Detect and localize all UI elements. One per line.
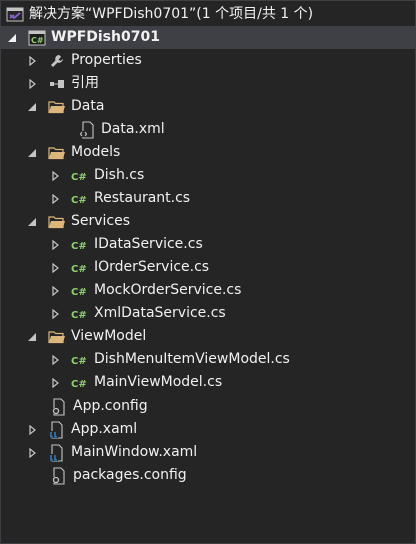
- config-file-icon: [50, 466, 68, 485]
- collapsed-arrow-icon[interactable]: [26, 78, 38, 90]
- csharp-file-icon: C#: [71, 374, 89, 392]
- csharp-file-icon: C#: [71, 282, 89, 300]
- tree-item-dish-cs[interactable]: C# Dish.cs: [1, 164, 415, 187]
- svg-text:C#: C#: [71, 172, 87, 182]
- collapsed-arrow-icon[interactable]: [49, 354, 61, 366]
- tree-item-properties[interactable]: Properties: [1, 49, 415, 72]
- svg-text:C#: C#: [71, 241, 87, 251]
- csharp-file-icon: C#: [71, 259, 89, 277]
- svg-text:C#: C#: [31, 36, 44, 45]
- tree-item-data-xml[interactable]: Data.xml: [1, 118, 415, 141]
- tree-item-services-folder[interactable]: Services: [1, 210, 415, 233]
- properties-label: Properties: [71, 52, 142, 68]
- tree-item-app-xaml[interactable]: App.xaml: [1, 418, 415, 441]
- expanded-arrow-icon[interactable]: [26, 101, 38, 113]
- tree-item-xmldataservice-cs[interactable]: C# XmlDataService.cs: [1, 302, 415, 325]
- csharp-project-icon: C#: [28, 29, 46, 47]
- config-file-icon: [50, 397, 68, 416]
- collapsed-arrow-icon[interactable]: [49, 262, 61, 274]
- collapsed-arrow-icon[interactable]: [26, 55, 38, 67]
- svg-text:C#: C#: [71, 356, 87, 366]
- svg-text:C#: C#: [71, 264, 87, 274]
- app-xaml-label: App.xaml: [71, 421, 138, 437]
- tree-item-restaurant-cs[interactable]: C# Restaurant.cs: [1, 187, 415, 210]
- tree-item-data-folder[interactable]: Data: [1, 95, 415, 118]
- references-label: 引用: [71, 75, 99, 91]
- tree-item-dishmenuitemviewmodel-cs[interactable]: C# DishMenuItemViewModel.cs: [1, 348, 415, 371]
- collapsed-arrow-icon[interactable]: [49, 239, 61, 251]
- app-config-label: App.config: [73, 398, 148, 414]
- tree-item-models-folder[interactable]: Models: [1, 141, 415, 164]
- collapsed-arrow-icon[interactable]: [49, 170, 61, 182]
- csharp-file-icon: C#: [71, 190, 89, 208]
- dishmenuitemviewmodel-cs-label: DishMenuItemViewModel.cs: [94, 351, 290, 367]
- tree-item-viewmodel-folder[interactable]: ViewModel: [1, 325, 415, 348]
- tree-item-mockorderservice-cs[interactable]: C# MockOrderService.cs: [1, 279, 415, 302]
- csharp-file-icon: C#: [71, 236, 89, 254]
- project-label: WPFDish0701: [51, 29, 160, 45]
- tree-item-solution[interactable]: 解决方案“WPFDish0701”(1 个项目/共 1 个): [1, 3, 415, 26]
- collapsed-arrow-icon[interactable]: [49, 377, 61, 389]
- open-folder-icon: [48, 98, 66, 116]
- xmldataservice-cs-label: XmlDataService.cs: [94, 305, 226, 321]
- svg-text:C#: C#: [71, 310, 87, 320]
- xaml-file-icon: [48, 443, 66, 462]
- iorderservice-cs-label: IOrderService.cs: [94, 259, 210, 275]
- wrench-icon: [48, 52, 66, 70]
- expanded-arrow-icon[interactable]: [6, 32, 18, 44]
- restaurant-cs-label: Restaurant.cs: [94, 190, 191, 206]
- solution-explorer: 解决方案“WPFDish0701”(1 个项目/共 1 个) C# WPFDis…: [0, 0, 416, 544]
- xml-file-icon: [78, 120, 96, 139]
- open-folder-icon: [48, 213, 66, 231]
- expanded-arrow-icon[interactable]: [26, 331, 38, 343]
- collapsed-arrow-icon[interactable]: [26, 424, 38, 436]
- viewmodel-folder-label: ViewModel: [71, 328, 147, 344]
- tree-item-app-config[interactable]: App.config: [1, 395, 415, 418]
- tree-item-idataservice-cs[interactable]: C# IDataService.cs: [1, 233, 415, 256]
- tree-item-iorderservice-cs[interactable]: C# IOrderService.cs: [1, 256, 415, 279]
- mockorderservice-cs-label: MockOrderService.cs: [94, 282, 242, 298]
- tree-item-references[interactable]: 引用: [1, 72, 415, 95]
- tree-item-mainviewmodel-cs[interactable]: C# MainViewModel.cs: [1, 371, 415, 394]
- svg-text:C#: C#: [71, 195, 87, 205]
- visual-studio-solution-icon: [6, 6, 24, 24]
- csharp-file-icon: C#: [71, 351, 89, 369]
- packages-config-label: packages.config: [73, 467, 187, 483]
- expanded-arrow-icon[interactable]: [26, 147, 38, 159]
- tree-item-mainwindow-xaml[interactable]: MainWindow.xaml: [1, 441, 415, 464]
- collapsed-arrow-icon[interactable]: [26, 447, 38, 459]
- solution-label: 解决方案“WPFDish0701”(1 个项目/共 1 个): [29, 6, 314, 22]
- tree-item-packages-config[interactable]: packages.config: [1, 464, 415, 487]
- data-folder-label: Data: [71, 98, 105, 114]
- mainwindow-xaml-label: MainWindow.xaml: [71, 444, 198, 460]
- dish-cs-label: Dish.cs: [94, 167, 145, 183]
- collapsed-arrow-icon[interactable]: [49, 285, 61, 297]
- open-folder-icon: [48, 328, 66, 346]
- data-xml-label: Data.xml: [101, 121, 165, 137]
- expanded-arrow-icon[interactable]: [26, 216, 38, 228]
- models-folder-label: Models: [71, 144, 121, 160]
- csharp-file-icon: C#: [71, 305, 89, 323]
- references-icon: [48, 75, 66, 93]
- services-folder-label: Services: [71, 213, 131, 229]
- tree-item-project[interactable]: C# WPFDish0701: [1, 26, 415, 49]
- open-folder-icon: [48, 144, 66, 162]
- collapsed-arrow-icon[interactable]: [49, 308, 61, 320]
- svg-text:C#: C#: [71, 379, 87, 389]
- csharp-file-icon: C#: [71, 167, 89, 185]
- idataservice-cs-label: IDataService.cs: [94, 236, 203, 252]
- collapsed-arrow-icon[interactable]: [49, 193, 61, 205]
- xaml-file-icon: [48, 420, 66, 439]
- mainviewmodel-cs-label: MainViewModel.cs: [94, 374, 223, 390]
- svg-text:C#: C#: [71, 287, 87, 297]
